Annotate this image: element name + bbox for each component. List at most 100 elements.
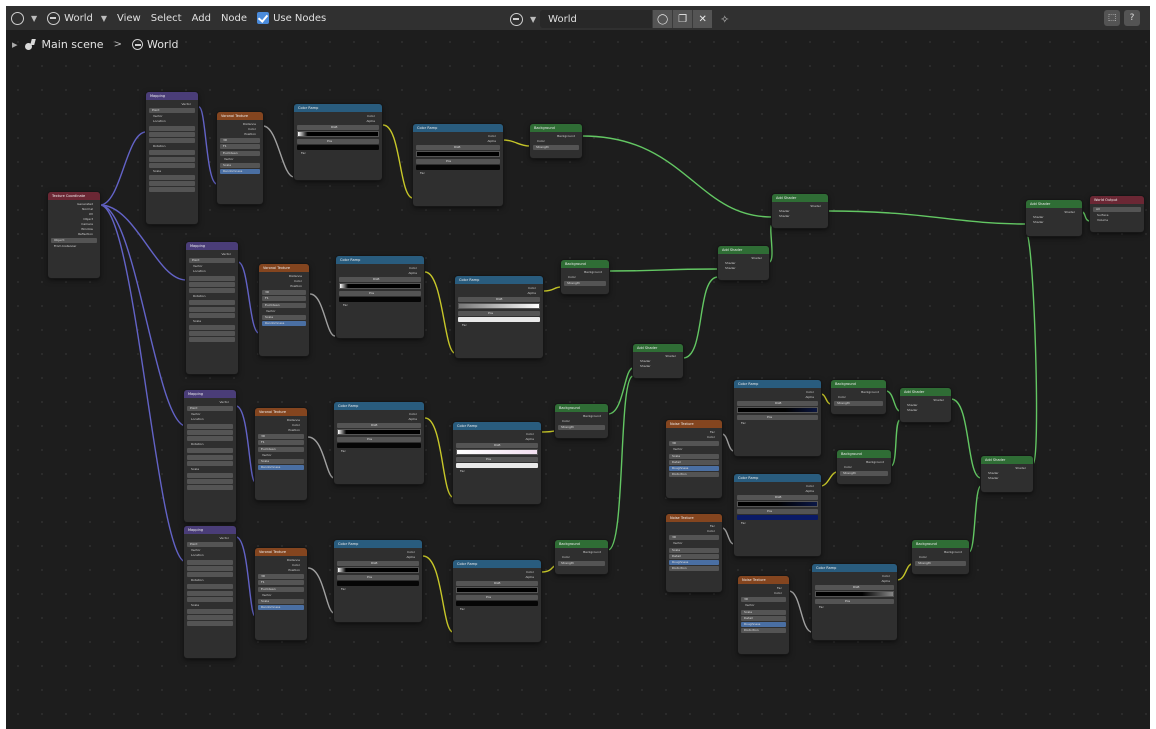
world-browse-button[interactable]: ▼ — [506, 9, 540, 29]
stop-color-swatch[interactable] — [337, 442, 421, 448]
strength-field[interactable]: Strength — [915, 561, 966, 567]
node-color-ramp[interactable]: Color Ramp Color Alpha RGB Pos Fac — [336, 256, 424, 338]
scale-x-field[interactable] — [149, 175, 195, 181]
color-ramp-gradient[interactable] — [297, 131, 379, 138]
location-y-field[interactable] — [149, 131, 195, 137]
stop-position-field[interactable]: Pos — [456, 456, 538, 462]
stop-position-field[interactable]: Pos — [337, 574, 419, 580]
location-z-field[interactable] — [187, 435, 233, 441]
dimensions-dropdown[interactable]: 3D — [258, 434, 304, 440]
stop-color-swatch[interactable] — [737, 514, 818, 520]
dimensions-dropdown[interactable]: 3D — [258, 574, 304, 580]
location-x-field[interactable] — [189, 275, 235, 281]
ramp-toolbar[interactable]: RGB — [337, 423, 421, 429]
color-ramp-gradient[interactable] — [456, 449, 538, 456]
feature-dropdown[interactable]: F1 — [258, 580, 304, 586]
menu-node[interactable]: Node — [216, 8, 252, 28]
location-z-field[interactable] — [189, 287, 235, 293]
color-ramp-gradient[interactable] — [458, 303, 540, 310]
help-icon[interactable]: ? — [1124, 10, 1140, 26]
node-mapping[interactable]: Mapping Vector Point Vector Location Rot… — [186, 242, 238, 374]
rotation-z-field[interactable] — [187, 460, 233, 466]
node-background[interactable]: Background Background Color Strength — [837, 450, 891, 484]
node-mapping[interactable]: Mapping Vector Point Vector Location Rot… — [184, 390, 236, 522]
object-field[interactable]: Object: — [51, 238, 97, 244]
node-world-output[interactable]: World Output All Surface Volume — [1090, 196, 1144, 232]
randomness-field[interactable]: Randomness — [258, 605, 304, 611]
scale-field[interactable]: Scale — [741, 609, 786, 615]
dimensions-dropdown[interactable]: 3D — [669, 535, 719, 541]
stop-position-field[interactable]: Pos — [297, 138, 379, 144]
roughness-field[interactable]: Roughness — [669, 559, 719, 565]
menu-select[interactable]: Select — [146, 8, 187, 28]
node-voronoi-texture[interactable]: Voronoi Texture Distance Color Position … — [217, 112, 263, 204]
color-ramp-gradient[interactable] — [339, 283, 421, 290]
from-instancer-checkbox[interactable]: From Instancer — [51, 244, 97, 249]
rotation-z-field[interactable] — [149, 162, 195, 168]
ramp-toolbar[interactable]: RGB — [416, 145, 500, 151]
rotation-z-field[interactable] — [189, 312, 235, 318]
scale-y-field[interactable] — [187, 615, 233, 621]
node-background[interactable]: Background Background Color Strength — [912, 540, 969, 574]
detail-field[interactable]: Detail — [741, 615, 786, 621]
dimensions-dropdown[interactable]: 3D — [741, 597, 786, 603]
scale-z-field[interactable] — [189, 337, 235, 343]
color-ramp-gradient[interactable] — [416, 151, 500, 158]
node-color-ramp[interactable]: Color Ramp Color Alpha RGB Pos Fac — [734, 380, 821, 456]
ramp-toolbar[interactable]: RGB — [339, 277, 421, 283]
location-y-field[interactable] — [189, 281, 235, 287]
type-dropdown[interactable]: Point — [187, 542, 233, 548]
node-noise-texture[interactable]: Noise Texture Fac Color 3D Vector Scale … — [738, 576, 789, 654]
node-voronoi-texture[interactable]: Voronoi Texture Distance Color Position … — [255, 408, 307, 500]
stop-position-field[interactable]: Pos — [456, 594, 538, 600]
node-noise-texture[interactable]: Noise Texture Fac Color 3D Vector Scale … — [666, 420, 722, 498]
ramp-toolbar[interactable]: RGB — [815, 585, 894, 591]
stop-color-swatch[interactable] — [458, 316, 540, 322]
node-add-shader[interactable]: Add Shader Shader Shader Shader — [1026, 200, 1082, 236]
scale-x-field[interactable] — [187, 473, 233, 479]
node-color-ramp[interactable]: Color Ramp Color Alpha RGB Pos Fac — [455, 276, 543, 358]
scale-y-field[interactable] — [189, 331, 235, 337]
stop-position-field[interactable]: Pos — [337, 436, 421, 442]
node-background[interactable]: Background Background Color Strength — [555, 540, 608, 574]
target-dropdown[interactable]: All — [1093, 207, 1141, 213]
color-ramp-gradient[interactable] — [337, 429, 421, 436]
ramp-toolbar[interactable]: RGB — [456, 581, 538, 587]
node-voronoi-texture[interactable]: Voronoi Texture Distance Color Position … — [255, 548, 307, 640]
scale-field[interactable]: Scale — [262, 314, 306, 320]
node-background[interactable]: Background Background Color Strength — [831, 380, 886, 414]
location-z-field[interactable] — [149, 137, 195, 143]
node-color-ramp[interactable]: Color Ramp Color Alpha RGB Pos Fac — [453, 422, 541, 504]
stop-color-swatch[interactable] — [456, 600, 538, 606]
color-ramp-gradient[interactable] — [337, 567, 419, 574]
node-mapping[interactable]: Mapping Vector Point Vector Location Rot… — [146, 92, 198, 224]
type-dropdown[interactable]: Point — [187, 406, 233, 412]
stop-position-field[interactable]: Pos — [339, 290, 421, 296]
close-icon[interactable]: ✕ — [692, 10, 713, 28]
location-z-field[interactable] — [187, 571, 233, 577]
node-texture-coordinate[interactable]: Texture Coordinate Generated Normal UV O… — [48, 192, 100, 278]
scale-x-field[interactable] — [189, 325, 235, 331]
scale-field[interactable]: Scale — [258, 598, 304, 604]
editor-type-button[interactable]: ▼ — [6, 8, 42, 28]
node-color-ramp[interactable]: Color Ramp Color Alpha RGB Pos Fac — [294, 104, 382, 180]
node-color-ramp[interactable]: Color Ramp Color Alpha RGB Pos Fac — [334, 540, 422, 622]
randomness-field[interactable]: Randomness — [262, 321, 306, 327]
node-add-shader[interactable]: Add Shader Shader Shader Shader — [772, 194, 828, 228]
stop-position-field[interactable]: Pos — [737, 414, 818, 420]
toolbar-toggle-icon[interactable]: ⬚ — [1104, 10, 1120, 26]
ramp-toolbar[interactable]: RGB — [737, 401, 818, 407]
stop-color-swatch[interactable] — [337, 580, 419, 586]
dimensions-dropdown[interactable]: 3D — [669, 441, 719, 447]
ramp-toolbar[interactable]: RGB — [456, 443, 538, 449]
dimensions-dropdown[interactable]: 3D — [220, 138, 260, 144]
node-add-shader[interactable]: Add Shader Shader Shader Shader — [981, 456, 1033, 492]
distortion-field[interactable]: Distortion — [741, 628, 786, 634]
stop-position-field[interactable]: Pos — [737, 508, 818, 514]
menu-add[interactable]: Add — [187, 8, 216, 28]
distance-dropdown[interactable]: Euclidean — [262, 302, 306, 308]
world-name-input[interactable]: World — [540, 10, 653, 28]
dimensions-dropdown[interactable]: 3D — [262, 290, 306, 296]
menu-view[interactable]: View — [112, 8, 146, 28]
roughness-field[interactable]: Roughness — [669, 465, 719, 471]
